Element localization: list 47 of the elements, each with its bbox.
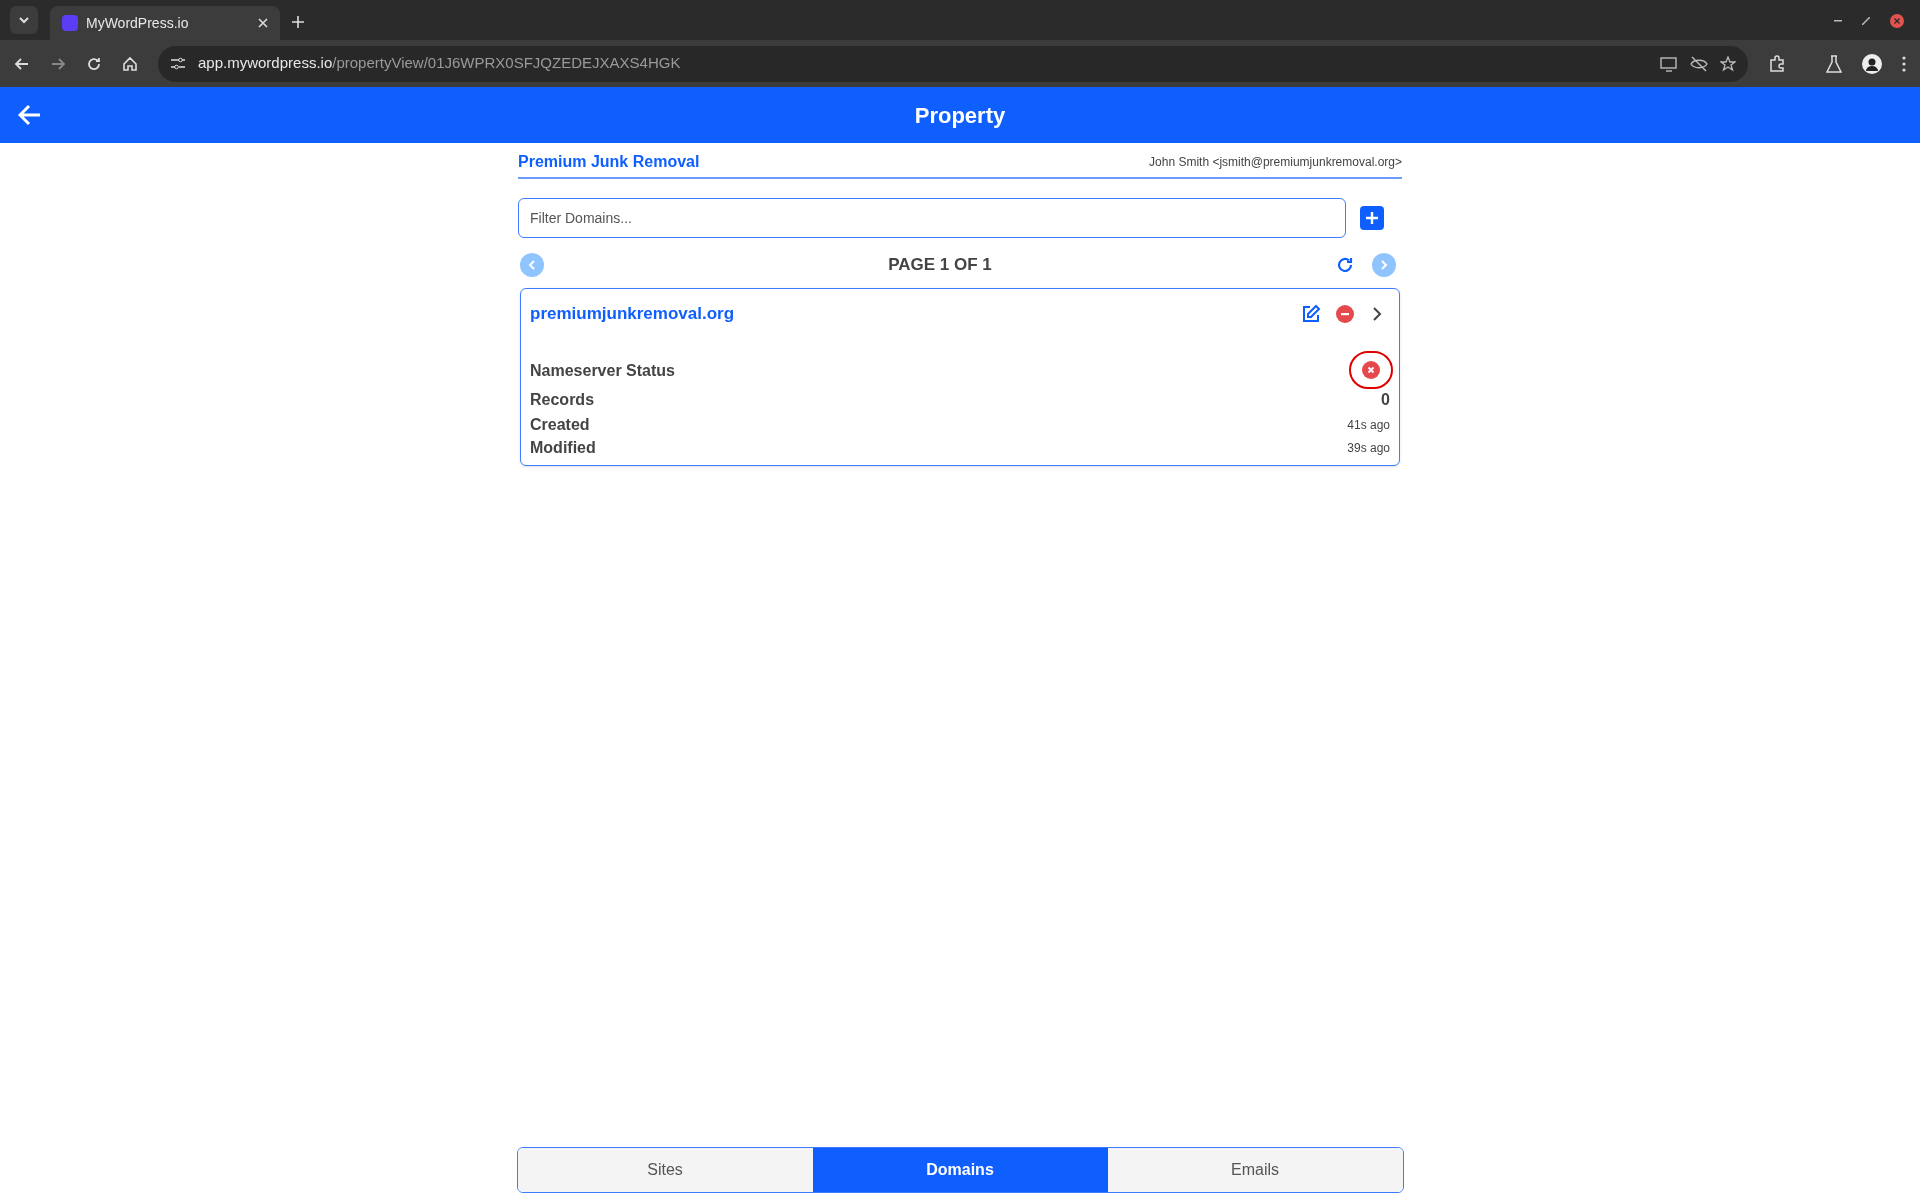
filter-field[interactable]: Filter Domains... (518, 198, 1346, 238)
chevron-right-icon[interactable] (1372, 307, 1382, 321)
install-app-icon[interactable] (1660, 55, 1678, 72)
eye-slash-icon[interactable] (1690, 55, 1708, 72)
url-text: app.mywordpress.io/propertyView/01J6WPRX0SFJQZEDEJXAXS4HGK (198, 53, 682, 74)
field-value: 0 (1381, 390, 1390, 410)
chevron-right-icon (1380, 260, 1388, 270)
add-button[interactable] (1360, 206, 1384, 230)
profile-icon[interactable] (1862, 53, 1882, 74)
owner-text: John Smith <jsmith@premiumjunkremoval.org> (1149, 154, 1402, 171)
field-value: 41s ago (1347, 416, 1390, 434)
close-window-icon[interactable] (1890, 14, 1904, 28)
tab-list-button[interactable] (10, 6, 38, 34)
chevron-down-icon (18, 16, 30, 24)
home-icon[interactable] (122, 55, 138, 72)
back-icon[interactable] (14, 55, 30, 72)
page-indicator: PAGE 1 OF 1 (888, 254, 992, 277)
reload-icon[interactable] (86, 55, 102, 72)
field-label: Records (530, 390, 595, 410)
bottom-tab[interactable]: Sites (517, 1148, 813, 1192)
field-value: 39s ago (1347, 439, 1390, 457)
chevron-left-icon (528, 260, 536, 270)
address-bar[interactable]: app.mywordpress.io/propertyView/01J6WPRX0SFJQZEDEJXAXS4HGK (158, 45, 1748, 82)
field-label: Created (530, 414, 590, 435)
page-title: Property (914, 101, 1006, 130)
close-icon[interactable] (258, 18, 268, 28)
plus-icon (1366, 212, 1378, 224)
bottom-tab[interactable]: Emails (1107, 1148, 1403, 1192)
forward-icon[interactable] (50, 55, 66, 72)
site-logo-icon (62, 15, 78, 31)
bottom-tab[interactable]: Domains (812, 1148, 1108, 1192)
property-name[interactable]: Premium Junk Removal (518, 150, 700, 174)
field-label: Modified (530, 437, 596, 458)
star-icon[interactable] (1720, 55, 1736, 72)
edit-icon[interactable] (1301, 304, 1321, 324)
puzzle-icon[interactable] (1768, 54, 1786, 73)
remove-icon[interactable] (1336, 305, 1354, 323)
site-settings-icon[interactable] (170, 56, 186, 71)
new-tab-icon[interactable] (292, 16, 304, 28)
flask-icon[interactable] (1826, 54, 1842, 73)
browser-tab[interactable]: MyWordPress.io (50, 6, 280, 40)
menu-icon[interactable] (1902, 55, 1906, 72)
field-label: Nameserver Status (530, 361, 675, 381)
refresh-icon[interactable] (1336, 256, 1354, 274)
domain-name[interactable]: premiumjunkremoval.org (530, 301, 1301, 327)
back-icon[interactable] (18, 104, 42, 126)
tab-title: MyWordPress.io (86, 13, 190, 33)
